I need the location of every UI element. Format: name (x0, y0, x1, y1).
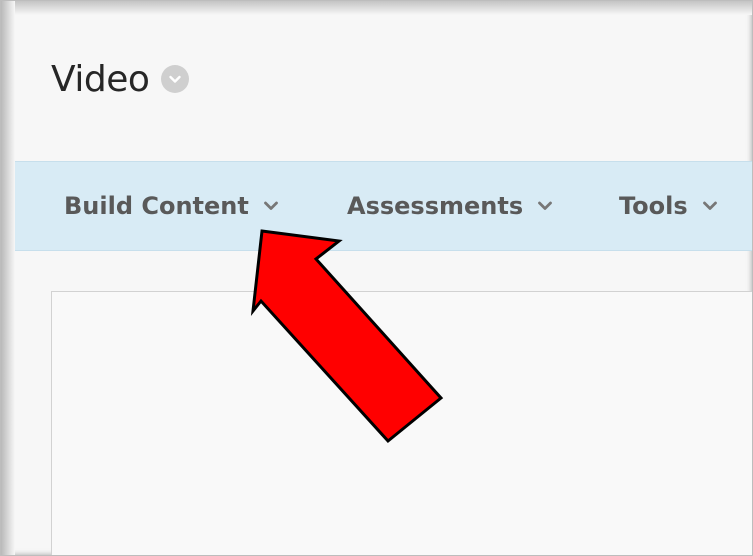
page-header: Video (51, 53, 190, 105)
frame-shadow-top (1, 1, 752, 15)
build-content-menu[interactable]: Build Content (64, 162, 279, 250)
page-title-menu-button[interactable] (161, 65, 190, 93)
frame-shadow-left (1, 1, 15, 555)
chevron-down-icon (702, 201, 717, 210)
tools-label: Tools (619, 192, 688, 220)
content-area (51, 291, 752, 555)
assessments-menu[interactable]: Assessments (347, 162, 553, 250)
build-content-label: Build Content (64, 192, 249, 220)
tools-menu[interactable]: Tools (619, 162, 718, 250)
assessments-label: Assessments (347, 192, 524, 220)
action-bar: Build Content Assessments Tools (15, 161, 752, 251)
chevron-down-icon (263, 201, 278, 210)
screenshot-frame: Video Build Content Assessments Tools (0, 0, 753, 556)
chevron-down-icon (538, 201, 553, 210)
page-title: Video (51, 58, 150, 100)
chevron-down-icon (169, 75, 182, 83)
